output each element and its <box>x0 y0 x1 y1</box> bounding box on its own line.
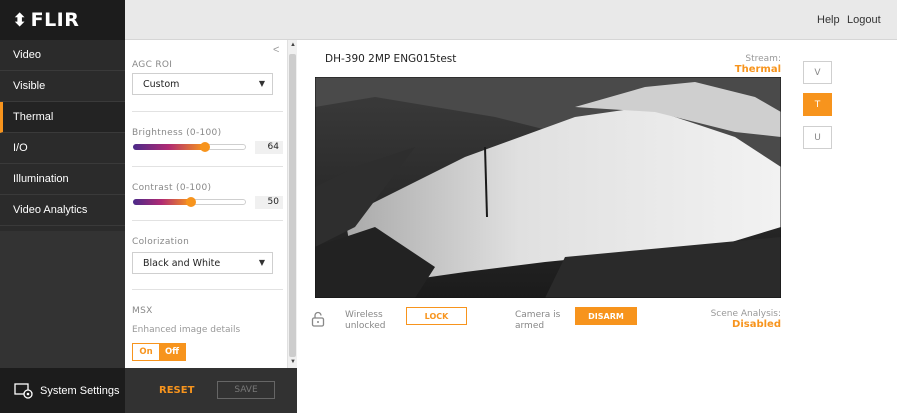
sidebar-spacer <box>0 231 125 368</box>
sidebar-item-visible[interactable]: Visible <box>0 71 125 102</box>
panel-scrollbar[interactable]: ▲ ▼ <box>288 40 297 368</box>
divider <box>132 289 283 290</box>
view-button-u[interactable]: U <box>803 126 832 149</box>
brightness-value[interactable]: 64 <box>255 141 283 154</box>
sidebar-item-video[interactable]: Video <box>0 40 125 71</box>
thermal-settings-panel: < AGC ROI Custom ▼ Brightness (0-100) 64… <box>125 40 288 368</box>
camera-arm-status: Camera is armed <box>515 310 560 332</box>
padlock-unlocked-icon <box>311 311 325 327</box>
thermal-image <box>315 77 781 298</box>
sidebar-item-label: I/O <box>13 142 28 154</box>
collapse-chevron-icon[interactable]: < <box>273 44 279 56</box>
sidebar-item-label: Video <box>13 49 41 61</box>
agc-roi-value: Custom <box>143 78 180 90</box>
view-button-v[interactable]: V <box>803 61 832 84</box>
dropdown-caret-icon: ▼ <box>258 258 265 267</box>
contrast-slider-fill <box>133 199 190 205</box>
reset-button[interactable]: RESET <box>159 385 194 396</box>
app-root: ⬍ FLIR Video Visible Thermal I/O Illumin… <box>0 0 897 413</box>
disarm-button[interactable]: DISARM <box>575 307 637 325</box>
divider <box>132 111 283 112</box>
contrast-slider-handle[interactable] <box>186 197 196 207</box>
divider <box>132 166 283 167</box>
colorization-select[interactable]: Black and White ▼ <box>132 252 273 274</box>
save-button[interactable]: SAVE <box>217 381 275 399</box>
scroll-down-icon[interactable]: ▼ <box>290 359 296 365</box>
stream-label: Stream: <box>745 54 781 64</box>
sidebar-item-label: Visible <box>13 80 46 92</box>
wireless-status-line2: unlocked <box>345 321 386 331</box>
dropdown-caret-icon: ▼ <box>258 79 265 88</box>
wireless-status: Wireless unlocked <box>345 310 386 332</box>
scrollbar-thumb[interactable] <box>289 54 296 357</box>
msx-detail-text: Enhanced image details <box>132 325 241 335</box>
sidebar-item-video-analytics[interactable]: Video Analytics <box>0 195 125 226</box>
system-settings-icon <box>14 382 33 399</box>
contrast-slider[interactable] <box>133 197 246 207</box>
flir-logo-icon: ⬍ <box>12 9 28 31</box>
view-button-t[interactable]: T <box>803 93 832 116</box>
agc-roi-label: AGC ROI <box>132 60 173 70</box>
brightness-slider-fill <box>133 144 204 150</box>
camera-title: DH-390 2MP ENG015test <box>325 53 457 65</box>
system-settings-button[interactable]: System Settings <box>0 368 125 413</box>
sidebar-item-io[interactable]: I/O <box>0 133 125 164</box>
msx-off-button[interactable]: Off <box>159 344 185 360</box>
contrast-value[interactable]: 50 <box>255 196 283 209</box>
colorization-value: Black and White <box>143 257 221 269</box>
wireless-status-line1: Wireless <box>345 310 383 320</box>
brightness-slider-handle[interactable] <box>200 142 210 152</box>
sidebar-item-thermal[interactable]: Thermal <box>0 102 125 133</box>
contrast-label: Contrast (0-100) <box>132 183 212 193</box>
sidebar-item-label: Video Analytics <box>13 204 88 216</box>
camera-arm-status-line2: armed <box>515 321 545 331</box>
scroll-up-icon[interactable]: ▲ <box>290 42 296 48</box>
agc-roi-select[interactable]: Custom ▼ <box>132 73 273 95</box>
msx-on-button[interactable]: On <box>133 344 159 360</box>
msx-label: MSX <box>132 306 153 316</box>
scene-analysis-label: Scene Analysis: <box>710 309 781 319</box>
stream-value: Thermal <box>734 64 781 75</box>
divider <box>132 220 283 221</box>
thermal-video-feed[interactable] <box>315 77 781 298</box>
sidebar-item-label: Thermal <box>13 111 54 123</box>
scene-analysis-value: Disabled <box>732 319 781 330</box>
system-settings-label: System Settings <box>40 384 120 397</box>
brightness-label: Brightness (0-100) <box>132 128 222 138</box>
help-link[interactable]: Help <box>817 14 840 26</box>
camera-arm-status-line1: Camera is <box>515 310 561 320</box>
colorization-label: Colorization <box>132 237 190 247</box>
sidebar-item-illumination[interactable]: Illumination <box>0 164 125 195</box>
flir-logo[interactable]: ⬍ FLIR <box>0 0 125 40</box>
brightness-slider[interactable] <box>133 142 246 152</box>
msx-toggle: On Off <box>132 343 186 361</box>
lock-button[interactable]: LOCK <box>406 307 467 325</box>
top-header: Help Logout <box>125 0 897 40</box>
sidebar-item-label: Illumination <box>13 173 69 185</box>
brand-name: FLIR <box>30 9 80 31</box>
panel-action-bar: RESET SAVE <box>125 368 297 413</box>
logout-link[interactable]: Logout <box>847 14 881 26</box>
main-view: DH-390 2MP ENG015test Stream: Thermal V … <box>297 40 897 413</box>
